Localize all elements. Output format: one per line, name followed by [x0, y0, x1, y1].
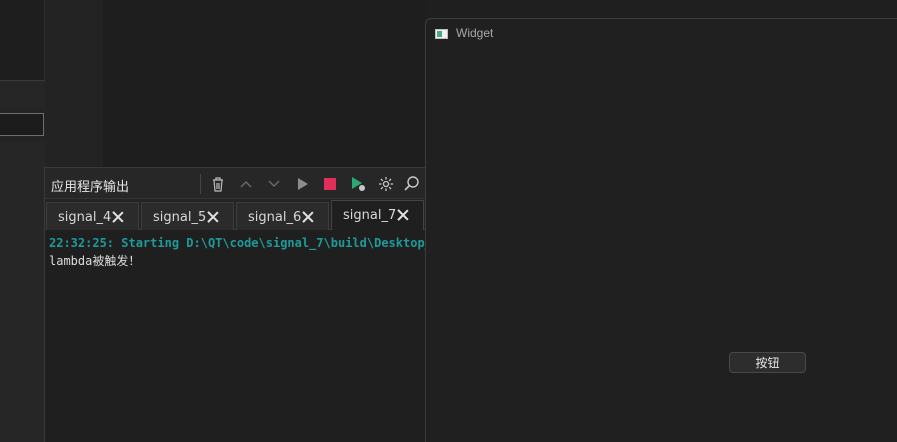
widget-title: Widget [456, 26, 494, 40]
tab-label: signal_5 [153, 210, 207, 225]
left-panel-toolbar [0, 80, 45, 182]
tab-signal-5[interactable]: signal_5 [141, 202, 234, 230]
app-window-icon [435, 29, 448, 39]
left-panel-bottom [0, 166, 45, 442]
toolbar-divider [200, 174, 201, 194]
tab-label: signal_6 [248, 210, 302, 225]
trash-icon[interactable] [208, 174, 228, 194]
desktop-ide: 应用程序输出 signal_4 signal_5 signal_6 signal… [0, 0, 897, 442]
output-line-start: 22:32:25: Starting D:\QT\code\signal_7\b… [49, 236, 426, 250]
editor-gutter [45, 0, 103, 167]
widget-titlebar[interactable]: Widget [426, 19, 897, 49]
close-icon[interactable] [397, 209, 409, 221]
tab-label: signal_7 [343, 208, 397, 223]
stop-icon[interactable] [320, 174, 340, 194]
close-icon[interactable] [302, 211, 314, 223]
left-panel-row [0, 142, 45, 166]
output-line-message: lambda被触发！ [49, 254, 141, 268]
output-pane-title: 应用程序输出 [51, 180, 130, 195]
play-icon[interactable] [292, 174, 312, 194]
application-output[interactable]: 22:32:25: Starting D:\QT\code\signal_7\b… [45, 230, 426, 442]
run-debug-icon[interactable] [348, 174, 368, 194]
close-icon[interactable] [207, 211, 219, 223]
close-icon[interactable] [112, 211, 124, 223]
search-icon[interactable] [402, 174, 422, 194]
output-toolbar: 应用程序输出 [45, 167, 426, 199]
code-editor[interactable] [103, 0, 426, 167]
tab-signal-6[interactable]: signal_6 [236, 202, 329, 230]
chevron-up-icon[interactable] [236, 174, 256, 194]
tab-signal-7[interactable]: signal_7 [331, 200, 424, 230]
widget-push-button[interactable]: 按钮 [729, 352, 806, 373]
left-panel-top [0, 0, 45, 80]
tab-label: signal_4 [58, 210, 112, 225]
left-side-panel [0, 0, 45, 442]
gear-icon[interactable] [376, 174, 396, 194]
chevron-down-icon[interactable] [264, 174, 284, 194]
left-filter-input[interactable] [0, 113, 44, 136]
widget-window: Widget 按钮 [425, 18, 897, 442]
tab-signal-4[interactable]: signal_4 [46, 202, 139, 230]
output-tabs: signal_4 signal_5 signal_6 signal_7 [45, 199, 426, 230]
